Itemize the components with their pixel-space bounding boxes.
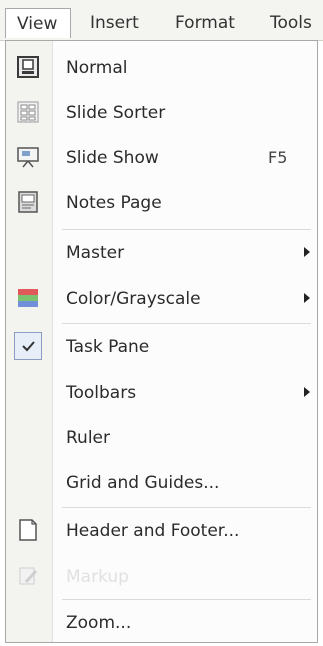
menu-item-zoom[interactable]: Zoom... bbox=[6, 601, 317, 645]
menu-item-markup: Markup bbox=[6, 555, 317, 599]
menu-item-grid-and-guides[interactable]: Grid and Guides... bbox=[6, 461, 317, 505]
submenu-arrow-icon bbox=[304, 293, 310, 303]
menu-item-color-grayscale[interactable]: Color/Grayscale bbox=[6, 277, 317, 321]
markup-icon bbox=[17, 565, 39, 587]
menu-item-ruler[interactable]: Ruler bbox=[6, 416, 317, 460]
menu-item-label: Grid and Guides... bbox=[66, 473, 220, 493]
menu-item-label: Toolbars bbox=[66, 383, 137, 403]
menu-item-label: Slide Sorter bbox=[66, 103, 166, 123]
menu-item-toolbars[interactable]: Toolbars bbox=[6, 371, 317, 415]
checkmark-icon bbox=[17, 335, 39, 357]
menu-item-header-and-footer[interactable]: Header and Footer... bbox=[6, 509, 317, 553]
menu-item-label: Master bbox=[66, 243, 125, 263]
menu-insert[interactable]: Insert bbox=[90, 8, 139, 38]
color-grayscale-icon bbox=[17, 287, 39, 309]
menu-item-slide-show[interactable]: Slide Show F5 bbox=[6, 136, 317, 180]
menu-format[interactable]: Format bbox=[175, 8, 235, 38]
menu-item-label: Notes Page bbox=[66, 193, 162, 213]
shortcut-label: F5 bbox=[268, 148, 288, 167]
normal-view-icon bbox=[17, 56, 39, 78]
menu-item-label: Header and Footer... bbox=[66, 521, 240, 541]
slide-show-icon bbox=[17, 146, 39, 168]
menu-item-notes-page[interactable]: Notes Page bbox=[6, 181, 317, 225]
menu-separator bbox=[62, 507, 311, 508]
submenu-arrow-icon bbox=[304, 247, 310, 257]
notes-page-icon bbox=[17, 191, 39, 213]
menu-item-normal[interactable]: Normal bbox=[6, 46, 317, 90]
menu-separator bbox=[62, 323, 311, 324]
menu-item-label: Slide Show bbox=[66, 148, 159, 168]
menu-tools[interactable]: Tools bbox=[270, 8, 312, 38]
menu-item-label: Color/Grayscale bbox=[66, 289, 201, 309]
menu-item-label: Markup bbox=[66, 567, 129, 587]
submenu-arrow-icon bbox=[304, 387, 310, 397]
menu-item-label: Normal bbox=[66, 58, 128, 78]
menu-separator bbox=[62, 599, 311, 600]
slide-sorter-icon bbox=[17, 101, 39, 123]
menu-item-slide-sorter[interactable]: Slide Sorter bbox=[6, 91, 317, 135]
header-footer-icon bbox=[17, 519, 39, 541]
menu-bar: View Insert Format Tools bbox=[0, 0, 323, 41]
view-menu-dropdown: Normal Slide Sorter Slide Show F5 Notes … bbox=[5, 40, 318, 643]
menu-item-label: Zoom... bbox=[66, 613, 132, 633]
menu-item-label: Task Pane bbox=[66, 337, 150, 357]
menu-item-master[interactable]: Master bbox=[6, 231, 317, 275]
menu-view[interactable]: View bbox=[5, 8, 71, 38]
menu-separator bbox=[62, 229, 311, 230]
menu-item-label: Ruler bbox=[66, 428, 110, 448]
menu-item-task-pane[interactable]: Task Pane bbox=[6, 325, 317, 369]
